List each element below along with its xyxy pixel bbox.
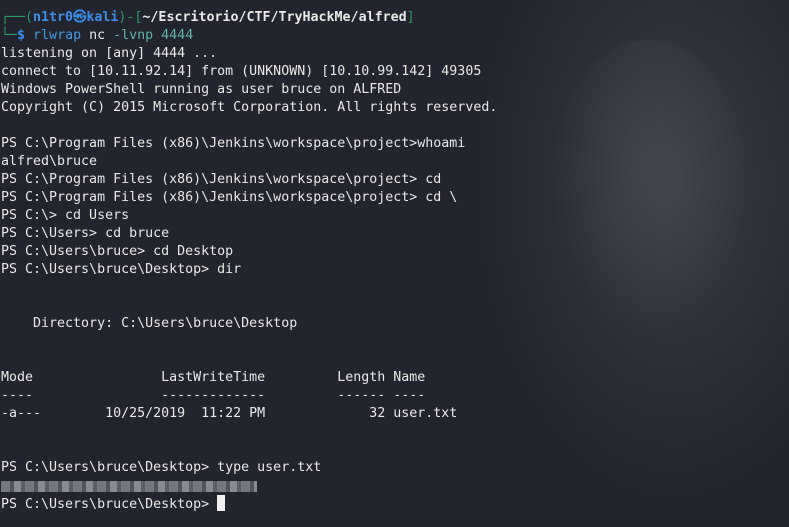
current-prompt[interactable]: PS C:\Users\bruce\Desktop>	[1, 495, 497, 513]
output-line: PS C:\Users\bruce\Desktop> dir	[1, 262, 242, 277]
wallpaper-figure	[549, 40, 749, 340]
output-line: connect to [10.11.92.14] from (UNKNOWN) …	[1, 64, 482, 79]
output-line: Directory: C:\Users\bruce\Desktop	[1, 316, 298, 331]
output-line: PS C:\> cd Users	[1, 208, 130, 223]
output-line: Windows PowerShell running as user bruce…	[1, 82, 402, 97]
cursor	[217, 495, 226, 511]
output-line: alfred\bruce	[1, 154, 98, 169]
prompt-symbol: $	[17, 28, 26, 43]
output-line: PS C:\Program Files (x86)\Jenkins\worksp…	[1, 190, 458, 205]
output-line: PS C:\Program Files (x86)\Jenkins\worksp…	[1, 136, 466, 151]
output-line: PS C:\Program Files (x86)\Jenkins\worksp…	[1, 172, 442, 187]
prompt-user: n1tr0	[33, 10, 74, 25]
output-line: listening on [any] 4444 ...	[1, 46, 218, 61]
redacted-text	[1, 481, 257, 492]
output-line: PS C:\Users\bruce\Desktop> type user.txt	[1, 460, 322, 475]
terminal[interactable]: ┌──(n1tr0㉿kali)-[~/Escritorio/CTF/TryHac…	[1, 9, 497, 513]
prompt-host: kali	[86, 10, 119, 25]
prompt-header: ┌──(n1tr0㉿kali)-[~/Escritorio/CTF/TryHac…	[1, 10, 415, 25]
prompt-path: ~/Escritorio/CTF/TryHackMe/alfred	[142, 10, 407, 25]
output-line: Copyright (C) 2015 Microsoft Corporation…	[1, 100, 498, 115]
output-line: ---- ------------- ------ ----	[1, 388, 426, 403]
terminal-output: listening on [any] 4444 ... connect to [1…	[1, 45, 497, 477]
command-args: nc	[89, 28, 106, 43]
output-line: PS C:\Users\bruce> cd Desktop	[1, 244, 234, 259]
command-flags: -lvnp 4444	[113, 28, 194, 43]
output-line: PS C:\Users> cd bruce	[1, 226, 170, 241]
command: rlwrap	[33, 28, 82, 43]
prompt-command-line: └─$ rlwrap nc -lvnp 4444	[1, 28, 194, 43]
redacted-flag	[1, 477, 497, 495]
skull-at-icon: ㉿	[73, 10, 87, 25]
output-line: Mode LastWriteTime Length Name	[1, 370, 426, 385]
prompt-text: PS C:\Users\bruce\Desktop>	[1, 497, 218, 512]
output-line: -a--- 10/25/2019 11:22 PM 32 user.txt	[1, 406, 458, 421]
